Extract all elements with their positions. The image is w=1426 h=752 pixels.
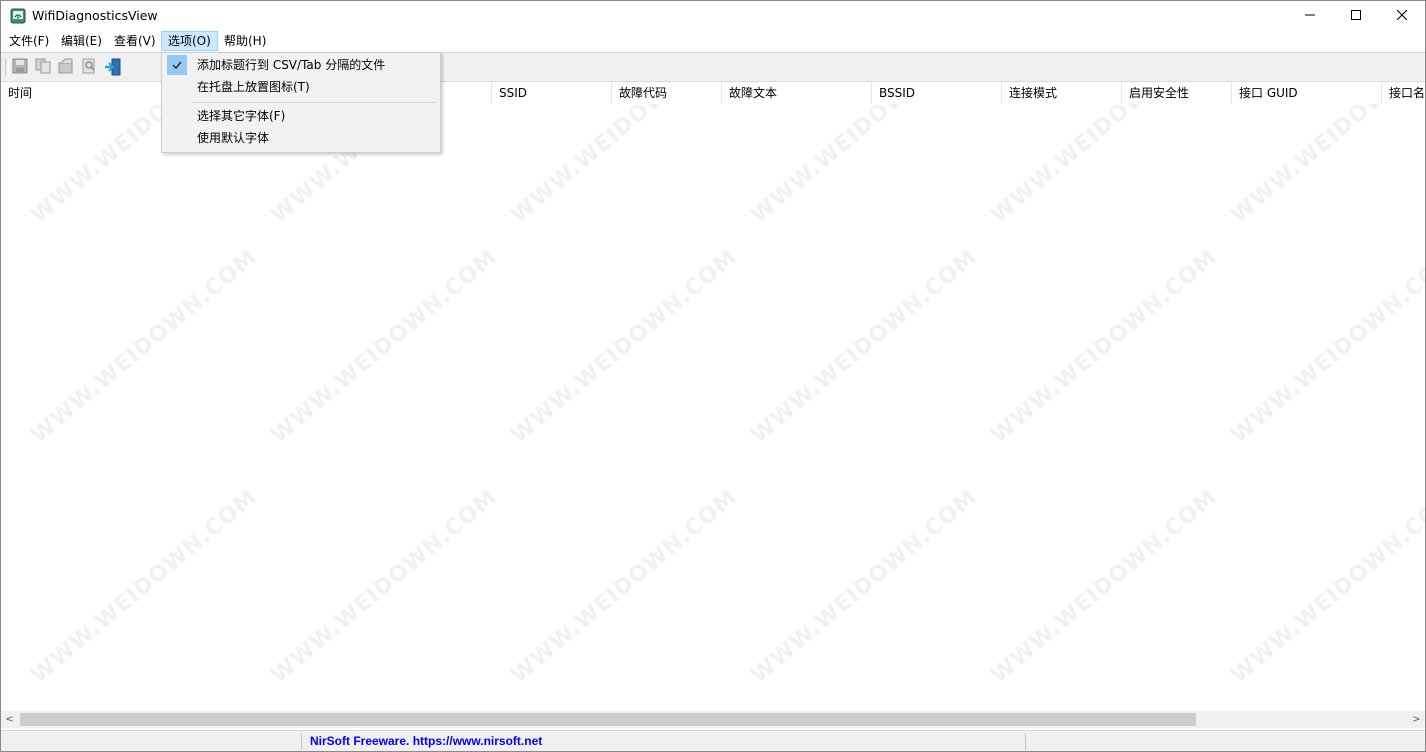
menu-bar: 文件(F) 编辑(E) 查看(V) 选项(O) 帮助(H) — [1, 31, 1425, 51]
menu-item-tray-icon[interactable]: 在托盘上放置图标(T) — [164, 76, 438, 98]
watermark: WWW.WEIDOWN.COM — [1226, 244, 1425, 449]
watermark: WWW.WEIDOWN.COM — [1226, 484, 1425, 689]
column-interface-name[interactable]: 接口名 — [1382, 82, 1425, 104]
menu-help[interactable]: 帮助(H) — [218, 32, 272, 50]
watermark: WWW.WEIDOWN.COM — [1226, 104, 1425, 229]
watermark: WWW.WEIDOWN.COM — [746, 244, 983, 449]
window-title: WifiDiagnosticsView — [32, 8, 158, 23]
column-failure-text[interactable]: 故障文本 — [722, 82, 872, 104]
watermark: WWW.WEIDOWN.COM — [266, 244, 503, 449]
watermark: WWW.WEIDOWN.COM — [746, 484, 983, 689]
horizontal-scrollbar[interactable]: < > — [1, 711, 1425, 728]
menu-options[interactable]: 选项(O) — [161, 31, 218, 51]
scroll-left-arrow-icon[interactable]: < — [1, 711, 18, 728]
watermark: WWW.WEIDOWN.COM — [986, 104, 1223, 229]
menu-file[interactable]: 文件(F) — [3, 32, 55, 50]
wifi-app-icon — [10, 8, 26, 24]
column-connection-mode[interactable]: 连接模式 — [1002, 82, 1122, 104]
menu-item-label: 在托盘上放置图标(T) — [197, 80, 310, 94]
watermark: WWW.WEIDOWN.COM — [506, 104, 743, 229]
minimize-button[interactable] — [1287, 1, 1333, 31]
column-ssid[interactable]: SSID — [492, 82, 612, 104]
menu-separator — [192, 102, 437, 103]
watermark: WWW.WEIDOWN.COM — [986, 484, 1223, 689]
properties-icon[interactable] — [58, 58, 76, 76]
menu-item-default-font[interactable]: 使用默认字体 — [164, 127, 438, 149]
nirsoft-link[interactable]: NirSoft Freeware. https://www.nirsoft.ne… — [310, 733, 542, 750]
watermark: WWW.WEIDOWN.COM — [986, 244, 1223, 449]
watermark: WWW.WEIDOWN.COM — [506, 244, 743, 449]
close-button[interactable] — [1379, 1, 1425, 31]
app-window: WifiDiagnosticsView 文件(F) 编辑(E) 查看(V) 选项… — [0, 0, 1426, 752]
menu-item-label: 使用默认字体 — [197, 131, 270, 145]
checkmark-icon — [167, 55, 187, 75]
exit-icon[interactable] — [104, 58, 122, 76]
watermark: WWW.WEIDOWN.COM — [266, 484, 503, 689]
save-icon[interactable] — [12, 58, 30, 76]
maximize-button[interactable] — [1333, 1, 1379, 31]
scroll-right-arrow-icon[interactable]: > — [1408, 711, 1425, 728]
scrollbar-thumb[interactable] — [20, 713, 1196, 726]
list-body[interactable]: WWW.WEIDOWN.COM WWW.WEIDOWN.COM WWW.WEID… — [1, 104, 1425, 711]
watermark: WWW.WEIDOWN.COM — [26, 484, 263, 689]
find-icon[interactable] — [81, 58, 99, 76]
menu-item-choose-font[interactable]: 选择其它字体(F) — [164, 105, 438, 127]
column-bssid[interactable]: BSSID — [872, 82, 1002, 104]
copy-icon[interactable] — [35, 58, 53, 76]
menu-item-add-header-line[interactable]: 添加标题行到 CSV/Tab 分隔的文件 — [164, 54, 438, 76]
watermark: WWW.WEIDOWN.COM — [26, 244, 263, 449]
options-dropdown-menu: 添加标题行到 CSV/Tab 分隔的文件 在托盘上放置图标(T) 选择其它字体(… — [161, 52, 441, 153]
column-security-enabled[interactable]: 启用安全性 — [1122, 82, 1232, 104]
status-bar: NirSoft Freeware. https://www.nirsoft.ne… — [1, 730, 1425, 751]
watermark: WWW.WEIDOWN.COM — [506, 484, 743, 689]
menu-view[interactable]: 查看(V) — [108, 32, 162, 50]
toolbar-grip — [5, 58, 9, 76]
watermark: WWW.WEIDOWN.COM — [746, 104, 983, 229]
column-failure-code[interactable]: 故障代码 — [612, 82, 722, 104]
menu-item-label: 选择其它字体(F) — [197, 109, 286, 123]
menu-item-label: 添加标题行到 CSV/Tab 分隔的文件 — [197, 58, 386, 72]
menu-edit[interactable]: 编辑(E) — [55, 32, 108, 50]
column-interface-guid[interactable]: 接口 GUID — [1232, 82, 1382, 104]
title-bar[interactable]: WifiDiagnosticsView — [1, 1, 1425, 31]
status-pane-count — [1, 733, 302, 750]
